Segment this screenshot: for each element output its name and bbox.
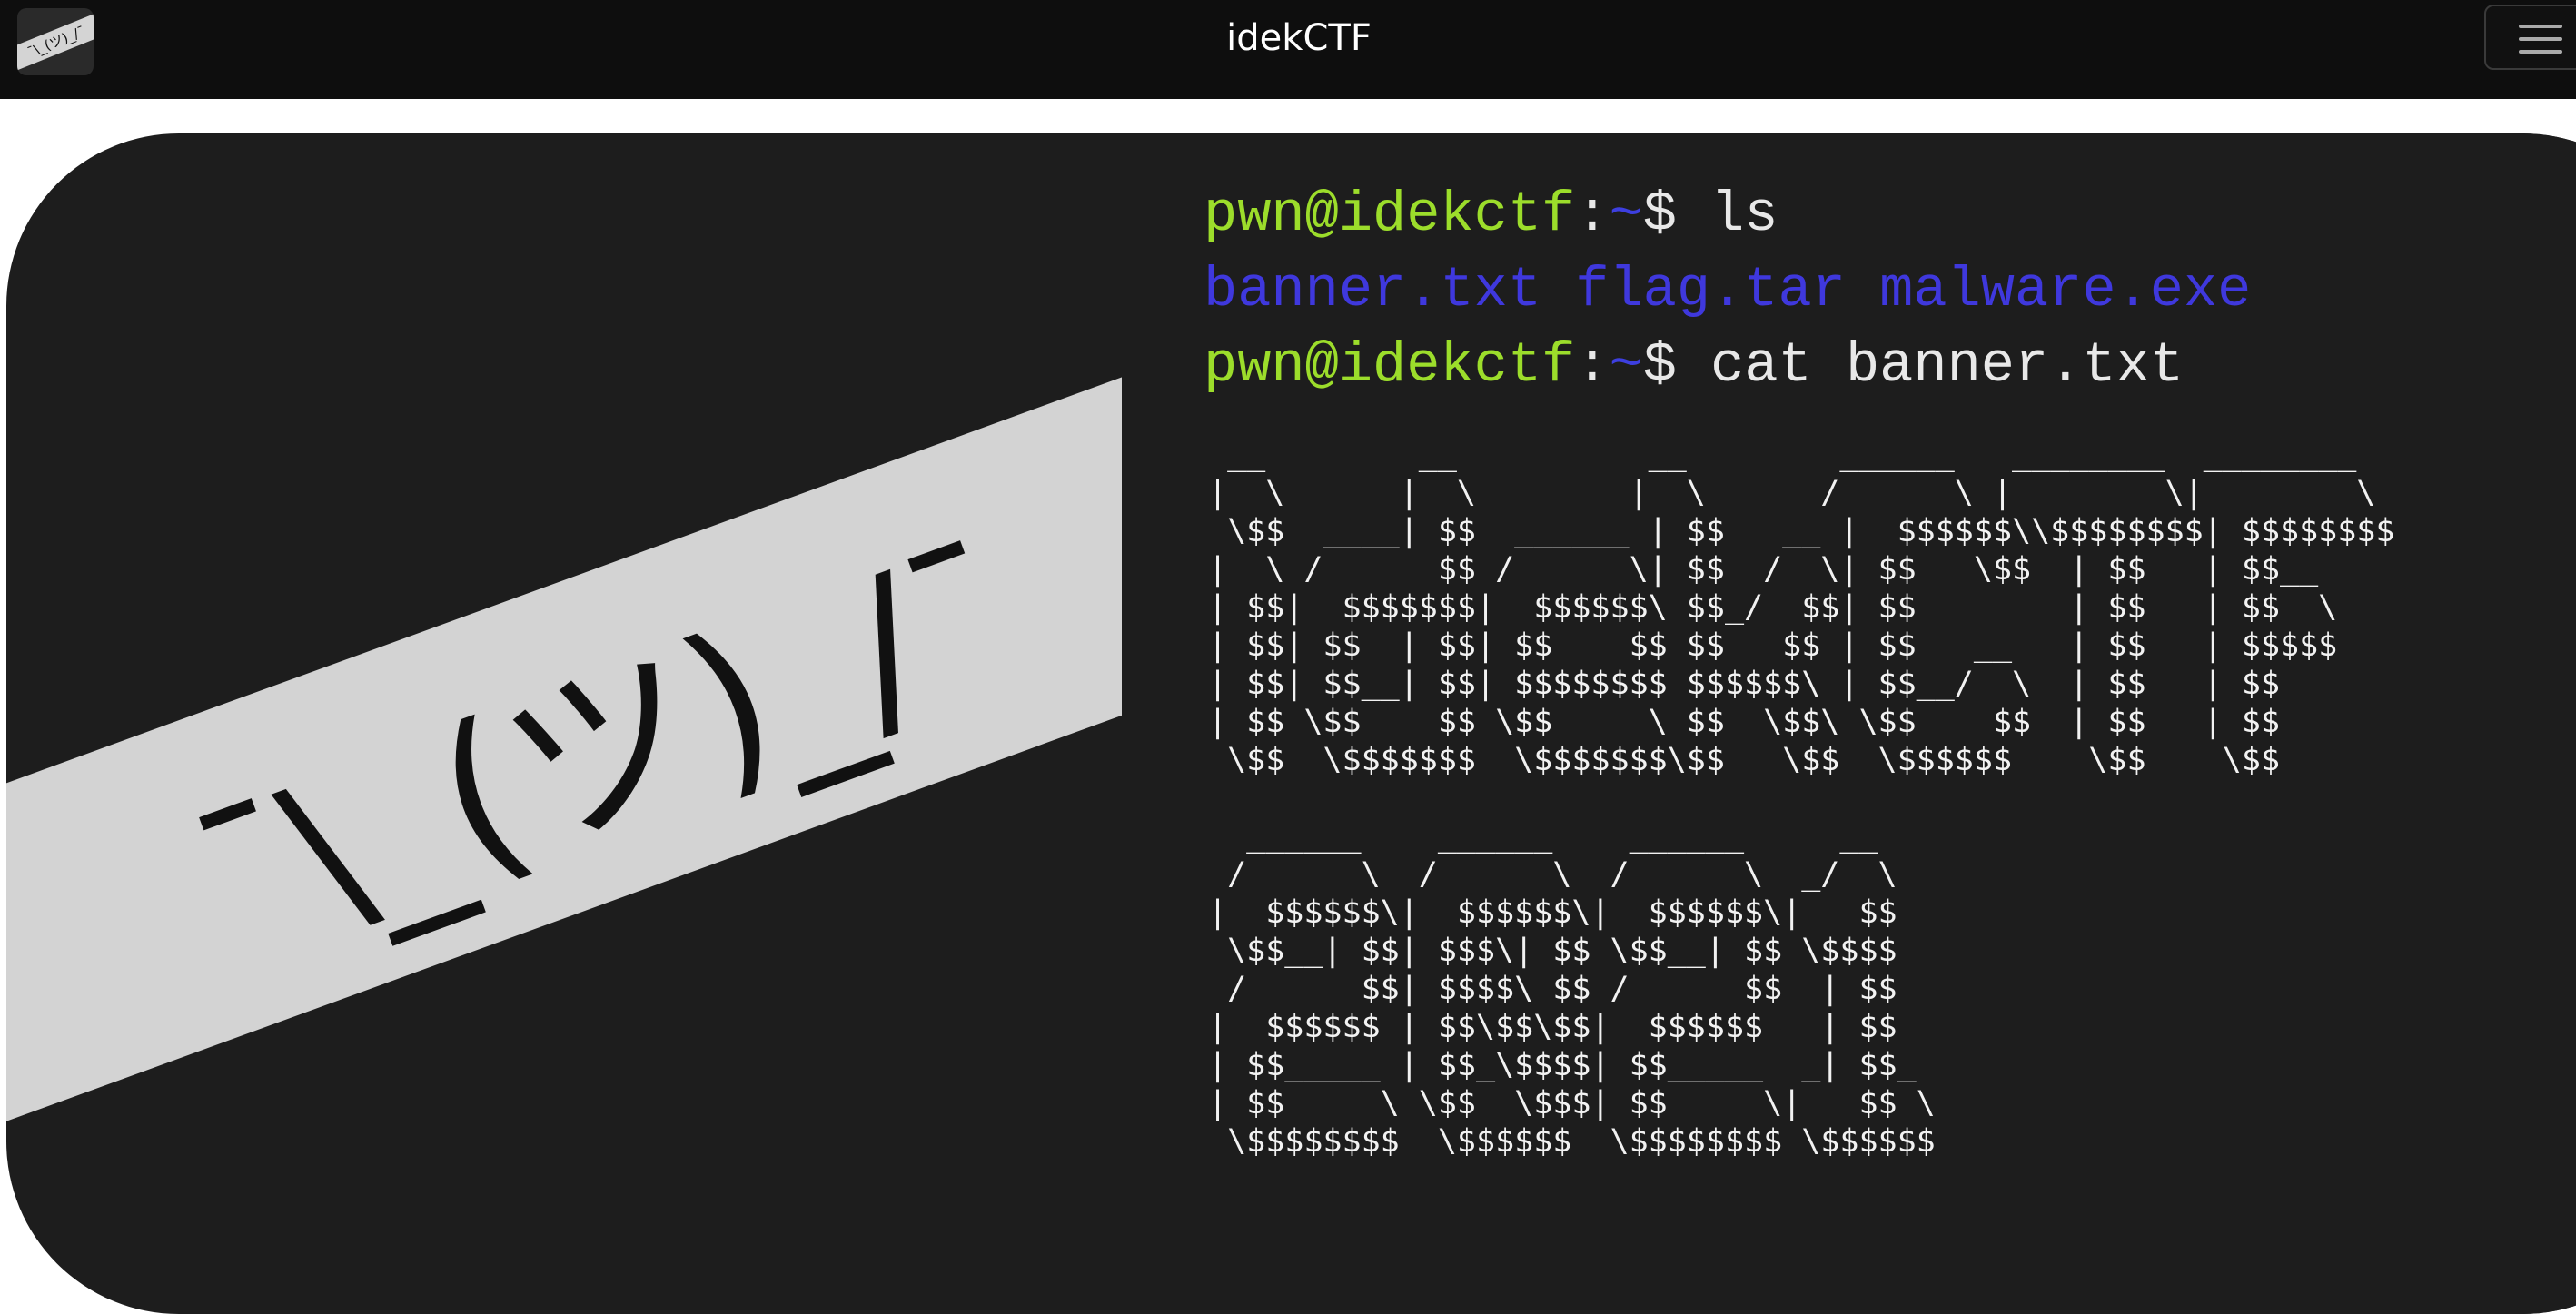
logo[interactable]: ¯\_(ツ)_/¯ [17, 8, 94, 75]
logo-text: ¯\_(ツ)_/¯ [25, 23, 88, 61]
prompt-symbol: $ [1642, 333, 1711, 398]
brand-title[interactable]: idekCTF [1090, 11, 1508, 65]
prompt-path: ~ [1609, 183, 1643, 247]
banner-ascii-idekctf: __ __ __ ______ ________ ________ | \ | … [1208, 437, 2395, 778]
prompt-symbol: $ [1642, 183, 1711, 247]
prompt-user: pwn@idekctf [1204, 183, 1576, 247]
command-cat: cat banner.txt [1710, 333, 2185, 398]
prompt-user: pwn@idekctf [1204, 333, 1576, 398]
terminal-output: pwn@idekctf:~$ ls banner.txt flag.tar ma… [1204, 177, 2251, 403]
prompt-separator: : [1575, 333, 1610, 398]
prompt-path: ~ [1609, 333, 1643, 398]
menu-button[interactable] [2484, 5, 2576, 70]
prompt-separator: : [1575, 183, 1610, 247]
navbar: ¯\_(ツ)_/¯ idekCTF [0, 0, 2576, 99]
command-ls: ls [1710, 183, 1778, 247]
file-listing: banner.txt flag.tar malware.exe [1204, 258, 2252, 322]
logo-stripe: ¯\_(ツ)_/¯ [17, 12, 94, 72]
banner-ascii-2021: ______ ______ ______ __ / \ / \ / \ _/ \… [1208, 818, 1936, 1160]
